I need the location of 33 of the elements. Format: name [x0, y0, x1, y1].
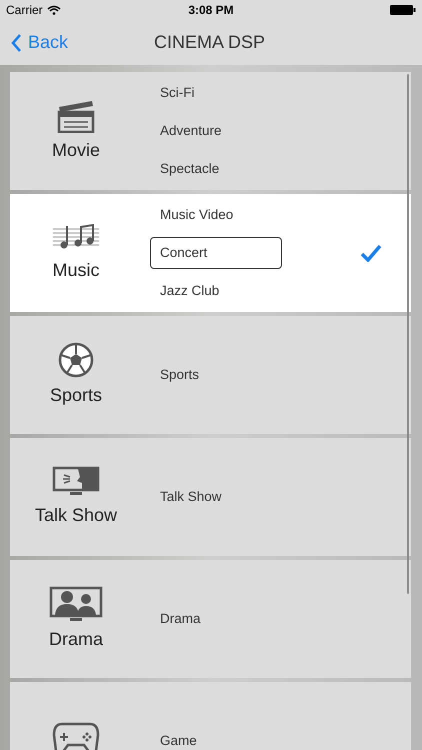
time-label: 3:08 PM	[188, 2, 234, 19]
mode-label: Movie	[52, 138, 100, 162]
program-option[interactable]: Concert	[150, 236, 282, 270]
mode-card[interactable]: Sports Sports	[10, 316, 411, 434]
carrier-label: Carrier	[6, 2, 43, 19]
mode-card[interactable]: Game	[10, 682, 411, 750]
mode-card[interactable]: Drama Drama	[10, 560, 411, 678]
program-option[interactable]: Talk Show	[150, 480, 282, 514]
checkmark-icon	[360, 244, 382, 262]
clapperboard-icon	[56, 98, 96, 132]
mode-label: Sports	[50, 384, 102, 407]
program-option[interactable]: Adventure	[150, 114, 282, 148]
program-option[interactable]: Jazz Club	[150, 275, 282, 308]
program-option[interactable]: Sci-Fi	[150, 76, 282, 109]
screen-title: CINEMA DSP	[154, 31, 266, 54]
soccer-ball-icon	[58, 342, 94, 378]
program-option[interactable]: Sports	[150, 358, 282, 392]
tv-two-people-icon	[49, 586, 103, 622]
program-option[interactable]: Music Video	[150, 198, 282, 231]
program-option[interactable]: Game	[150, 724, 282, 750]
mode-label: Talk Show	[34, 504, 118, 526]
chevron-left-icon	[10, 32, 22, 52]
tv-speaking-head-icon	[52, 466, 100, 498]
mode-card[interactable]: Music Music Video Concert Jazz Club	[10, 194, 411, 312]
mode-card[interactable]: Talk Show Talk Show	[10, 438, 411, 556]
gamepad-icon	[52, 721, 100, 750]
battery-icon	[390, 5, 416, 15]
program-option[interactable]: Spectacle	[150, 153, 282, 186]
wifi-icon	[46, 5, 61, 15]
mode-label: Music	[52, 258, 100, 282]
mode-label: Drama	[48, 628, 103, 650]
program-option[interactable]: Drama	[150, 602, 282, 636]
mode-card[interactable]: Movie Sci-Fi Adventure Spectacle	[10, 72, 411, 190]
